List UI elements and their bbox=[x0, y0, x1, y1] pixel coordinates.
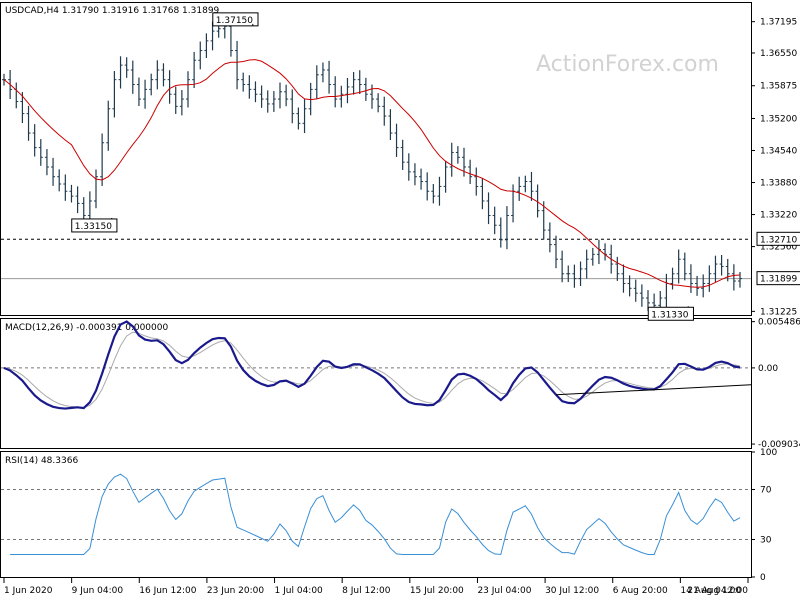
price-panel-frame bbox=[0, 2, 752, 316]
rsi-axis: 100 70 30 0 bbox=[751, 448, 777, 583]
level-line-label: 1.32710 bbox=[760, 235, 797, 245]
time-axis-label: 15 Jul 20:00 bbox=[410, 586, 464, 596]
macd-line bbox=[3, 320, 741, 410]
price-axis-label: 1.33220 bbox=[760, 211, 797, 221]
macd-axis-label: 0.00 bbox=[758, 364, 778, 374]
rsi-axis-label: 0 bbox=[760, 573, 766, 583]
rsi-axis-label: 100 bbox=[760, 448, 777, 458]
watermark: ActionForex.com bbox=[536, 52, 719, 77]
macd-trendline bbox=[555, 384, 752, 396]
time-axis-label: 9 Jun 04:00 bbox=[72, 586, 124, 596]
price-annotation-label: 1.31330 bbox=[651, 310, 688, 320]
price-panel-title: USDCAD,H4 1.31790 1.31916 1.31768 1.3189… bbox=[5, 6, 220, 16]
time-axis-label: 23 Jul 04:00 bbox=[477, 586, 531, 596]
price-axis-label: 1.37195 bbox=[760, 18, 797, 28]
macd-panel-title: MACD(12,26,9) -0.000391 0.000000 bbox=[5, 323, 168, 333]
rsi-panel-title: RSI(14) 48.3366 bbox=[5, 456, 78, 466]
price-axis: 1.37195 1.36550 1.35875 1.35200 1.34540 1.338… bbox=[751, 18, 800, 317]
price-axis-label: 1.34540 bbox=[760, 147, 797, 157]
time-axis-label: 6 Aug 20:00 bbox=[613, 586, 668, 596]
time-axis-label: 23 Jun 20:00 bbox=[207, 586, 264, 596]
macd-axis: 0.0054860.00-0.009034 bbox=[751, 318, 800, 450]
price-annotation-label: 1.33150 bbox=[75, 222, 112, 232]
time-axis: 1 Jun 2020 9 Jun 04:00 16 Jun 12:00 23 Jun … bbox=[3, 578, 749, 596]
time-axis-label: 21 Aug 12:00 bbox=[687, 586, 748, 596]
rsi-panel-frame bbox=[0, 451, 752, 578]
price-axis-label: 1.31225 bbox=[760, 307, 797, 317]
price-axis-label: 1.36550 bbox=[760, 49, 797, 59]
macd-axis-label: 0.005486 bbox=[758, 318, 800, 328]
rsi-line bbox=[10, 473, 741, 556]
time-axis-label: 1 Jun 2020 bbox=[4, 586, 53, 596]
time-axis-label: 30 Jul 12:00 bbox=[545, 586, 599, 596]
time-axis-label: 16 Jun 12:00 bbox=[139, 586, 196, 596]
time-axis-label: 8 Jul 12:00 bbox=[342, 586, 391, 596]
price-axis-label: 1.33880 bbox=[760, 179, 797, 189]
chart-canvas: ActionForex.com USDCAD,H4 1.31790 1.3191… bbox=[0, 2, 800, 596]
rsi-axis-label: 30 bbox=[760, 536, 772, 546]
price-axis-label: 1.35200 bbox=[760, 114, 797, 124]
time-axis-label: 1 Jul 04:00 bbox=[275, 586, 324, 596]
price-axis-label: 1.35875 bbox=[760, 82, 797, 92]
price-annotation-label: 1.37150 bbox=[216, 16, 253, 26]
current-price-label: 1.31899 bbox=[760, 275, 797, 285]
rsi-axis-label: 70 bbox=[760, 486, 772, 496]
